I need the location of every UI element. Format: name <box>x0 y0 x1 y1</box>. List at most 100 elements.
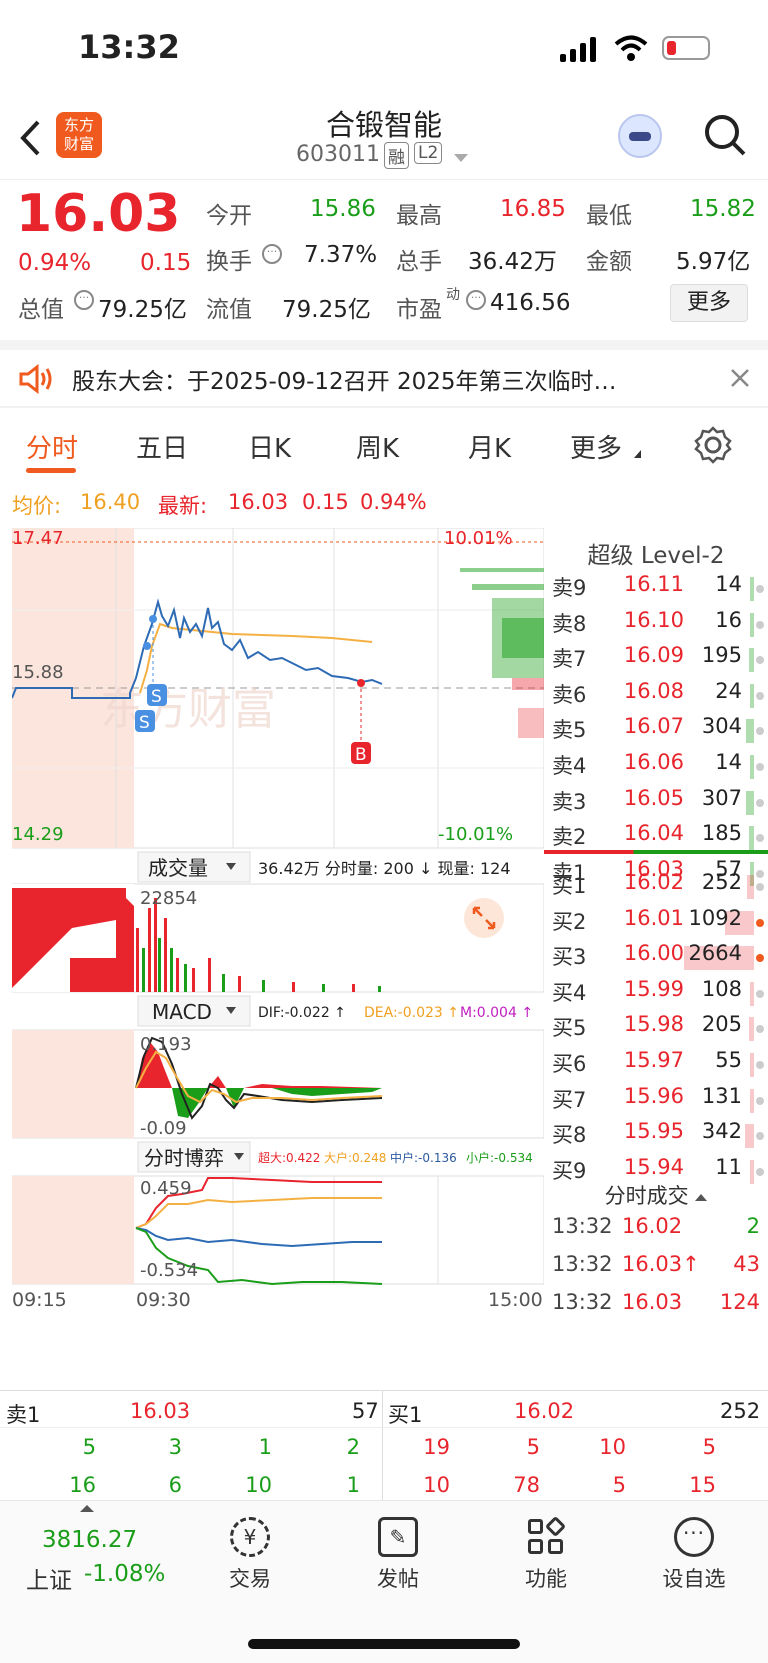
settings-gear-icon[interactable] <box>694 426 732 464</box>
buy-marker[interactable]: B <box>351 742 371 765</box>
bottom-ask-price: 16.03 <box>130 1399 191 1423</box>
ask-level-row[interactable]: 卖7 16.09 195 <box>544 643 768 677</box>
ask-volume-bar <box>750 683 754 708</box>
bottom-queue: 卖1 16.03 57 买1 16.02 252 5 3 1 2 16 6 10 1 19 5 10… <box>0 1390 768 1501</box>
stock-code: 603011 <box>296 142 380 167</box>
macd-high-label: 0.193 <box>140 1034 192 1055</box>
ask-label: 卖9 <box>552 576 587 600</box>
ask-volume-bar <box>750 577 754 601</box>
bid-level-row[interactable]: 买5 15.98 205 <box>544 1012 768 1046</box>
market-cap-label: 总值 <box>18 297 64 323</box>
close-icon[interactable] <box>730 368 750 388</box>
ask-level-row[interactable]: 卖8 16.10 16 <box>544 608 768 642</box>
expand-icon[interactable] <box>464 898 504 938</box>
bottom-bid-label: 买1 <box>388 1403 423 1427</box>
ask-indicator-dot <box>756 763 764 771</box>
pe-value: 416.56 <box>490 290 571 316</box>
bid-level-row[interactable]: 买1 16.02 252 <box>544 870 768 904</box>
tab-more[interactable]: 更多 <box>570 428 622 465</box>
trade-volume: 43 <box>733 1252 760 1276</box>
ask-level-row[interactable]: 卖9 16.11 14 <box>544 572 768 606</box>
amount-label: 金额 <box>586 249 632 275</box>
notice-bar[interactable]: 股东大会：于2025-09-12召开 2025年第三次临时… <box>0 340 768 408</box>
ask-level-row[interactable]: 卖4 16.06 14 <box>544 750 768 784</box>
bid-level-row[interactable]: 买2 16.01 1092 <box>544 906 768 940</box>
tab-weekly[interactable]: 周K <box>356 428 399 465</box>
bid-price: 15.98 <box>623 1012 684 1037</box>
trade-time: 13:32 <box>552 1290 613 1314</box>
bid-level-row[interactable]: 买3 16.00 2664 <box>544 941 768 975</box>
tab-daily[interactable]: 日K <box>248 428 291 465</box>
ask-volume: 14 <box>715 572 742 596</box>
ask-level-row[interactable]: 卖2 16.04 185 <box>544 821 768 855</box>
trade-time: 13:32 <box>552 1214 613 1238</box>
queue-order-size: 1 <box>346 1473 360 1497</box>
status-bar: 13:32 <box>0 0 768 100</box>
bid-volume-bar <box>750 1088 754 1113</box>
avg-price-value: 16.40 <box>80 490 141 514</box>
ask-level-row[interactable]: 卖6 16.08 24 <box>544 679 768 713</box>
change-percent: 0.94% <box>18 250 92 276</box>
more-button[interactable]: 更多 <box>670 284 748 322</box>
bid-volume: 2664 <box>688 941 742 966</box>
ask-level-row[interactable]: 卖5 16.07 304 <box>544 714 768 748</box>
tab-features[interactable]: 功能 <box>486 1515 606 1593</box>
trade-row: 13:32 16.03 124 <box>544 1290 768 1324</box>
queue-order-size: 78 <box>513 1473 540 1497</box>
ask-volume: 307 <box>701 785 742 810</box>
info-icon[interactable]: ··· <box>466 290 486 310</box>
trade-volume: 2 <box>746 1214 760 1238</box>
ask-indicator-dot <box>756 691 764 700</box>
ask-volume: 14 <box>715 750 742 774</box>
grid-apps-icon <box>526 1515 567 1557</box>
tab-five-day[interactable]: 五日 <box>136 428 188 465</box>
tab-monthly[interactable]: 月K <box>468 428 511 465</box>
bid-volume: 342 <box>701 1119 742 1144</box>
notice-text: 股东大会：于2025-09-12召开 2025年第三次临时… <box>72 369 617 395</box>
sell-marker[interactable]: S <box>147 684 167 707</box>
bid-level-row[interactable]: 买7 15.96 131 <box>544 1084 768 1118</box>
bid-level-row[interactable]: 买9 15.94 11 <box>544 1155 768 1189</box>
queue-order-size: 5 <box>702 1435 716 1459</box>
info-icon[interactable]: ··· <box>262 244 282 264</box>
ask-volume-bar <box>745 790 754 815</box>
robot-assistant-icon[interactable] <box>618 114 662 158</box>
tab-add-watchlist[interactable]: ··· 设自选 <box>634 1517 754 1593</box>
market-cap-value: 79.25亿 <box>98 297 187 323</box>
bid-price: 15.95 <box>623 1119 684 1144</box>
ask-indicator-dot <box>756 656 764 665</box>
info-icon[interactable]: ··· <box>74 290 94 310</box>
index-change[interactable]: -1.08% <box>84 1561 165 1587</box>
ask-indicator-dot <box>756 727 764 736</box>
trade-row: 13:32 16.02 2 <box>544 1214 768 1248</box>
bid-level-row[interactable]: 买8 15.95 342 <box>544 1119 768 1153</box>
bid-level-row[interactable]: 买6 15.97 55 <box>544 1048 768 1082</box>
index-value[interactable]: 3816.27 <box>42 1527 137 1553</box>
search-icon[interactable] <box>702 112 748 158</box>
chevron-down-icon[interactable] <box>454 154 468 162</box>
bid-volume-bar <box>750 981 754 1006</box>
index-name[interactable]: 上证 <box>26 1561 72 1595</box>
ask-price: 16.09 <box>623 643 684 668</box>
tab-trade[interactable]: ¥ 交易 <box>190 1517 310 1593</box>
intraday-chart[interactable]: 东方财富 S S B 17.47 10.01% 15.88 14.29 -10.… <box>11 527 545 1390</box>
bid-level-row[interactable]: 买4 15.99 108 <box>544 977 768 1011</box>
sell-marker[interactable]: S <box>135 710 155 733</box>
index-expand-arrow-icon[interactable] <box>80 1505 94 1512</box>
game-super: 超大:0.422 <box>258 1150 320 1165</box>
tab-intraday[interactable]: 分时 <box>26 428 78 465</box>
bid-indicator-dot <box>756 1132 764 1141</box>
macd-m: M:0.004 ↑ <box>460 1005 533 1021</box>
svg-text:S: S <box>139 713 150 733</box>
ask-volume: 16 <box>715 607 742 632</box>
status-time: 13:32 <box>78 28 180 66</box>
bid-volume-bar <box>747 875 754 899</box>
bid-label: 买9 <box>552 1158 587 1183</box>
ask-level-row[interactable]: 卖3 16.05 307 <box>544 786 768 820</box>
more-dots-icon: ··· <box>674 1517 714 1557</box>
volume-max-label: 22854 <box>140 888 197 909</box>
bid-volume-bar <box>748 1017 754 1042</box>
bid-volume: 205 <box>701 1012 742 1037</box>
tab-post[interactable]: ✎ 发帖 <box>338 1517 458 1593</box>
chevron-up-icon[interactable] <box>695 1193 708 1201</box>
